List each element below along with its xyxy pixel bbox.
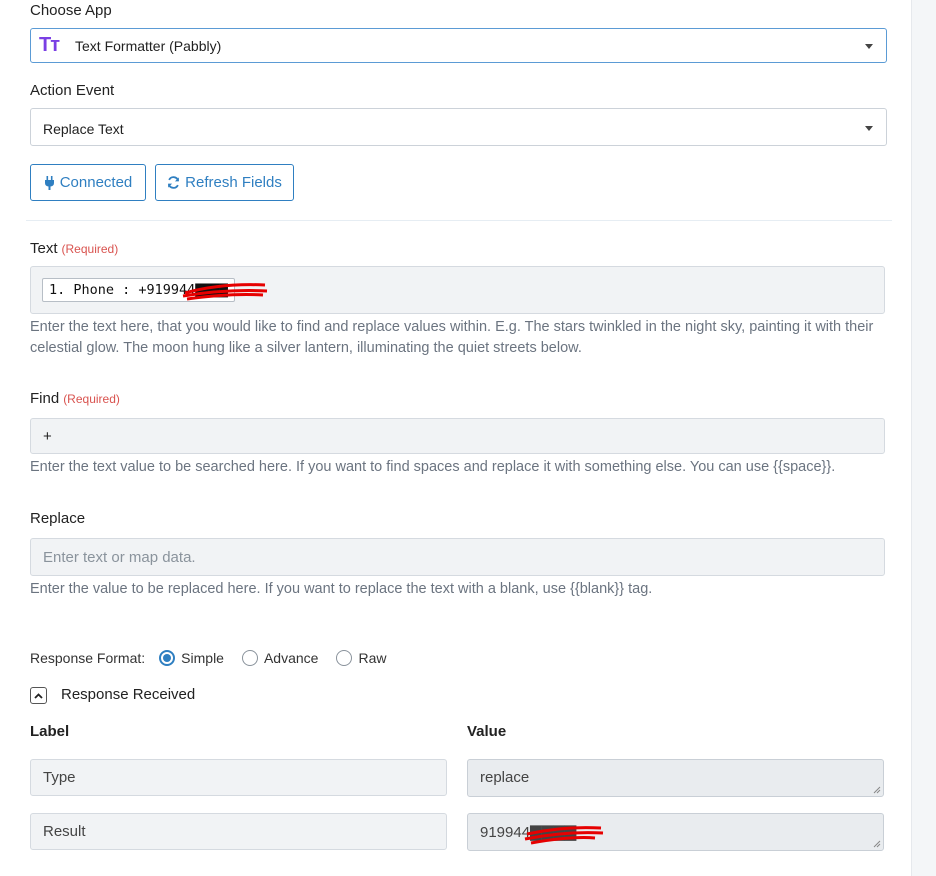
- find-input-value: +: [43, 428, 52, 445]
- label-column-header: Label: [30, 723, 70, 740]
- redaction-scribble: [182, 283, 268, 301]
- find-input[interactable]: +: [30, 418, 885, 454]
- radio-raw[interactable]: Raw: [336, 650, 386, 666]
- action-event-select[interactable]: Replace Text: [30, 108, 887, 146]
- radio-raw-label: Raw: [358, 650, 387, 666]
- required-marker: (Required): [63, 392, 120, 406]
- response-row-label: Type: [30, 759, 447, 796]
- find-field-label: Find (Required): [30, 390, 120, 407]
- chevron-down-icon: [865, 44, 873, 49]
- chevron-up-icon: [34, 692, 43, 699]
- replace-field-label: Replace: [30, 510, 86, 527]
- response-row-label: Result: [30, 813, 447, 850]
- text-formatter-app-icon: Tт: [39, 34, 60, 56]
- response-label-text: Type: [43, 769, 76, 786]
- form-panel: Choose App Tт Text Formatter (Pabbly) Ac…: [0, 0, 912, 876]
- choose-app-label: Choose App: [30, 2, 112, 19]
- action-event-label: Action Event: [30, 82, 115, 99]
- response-received-title: Response Received: [61, 686, 196, 703]
- response-label-text: Result: [43, 823, 86, 840]
- radio-unchecked-icon: [241, 650, 258, 666]
- text-field-label: Text (Required): [30, 240, 118, 257]
- text-input[interactable]: 1. Phone : +919944▇▇▇▇: [30, 266, 885, 314]
- replace-field-help: Enter the value to be replaced here. If …: [30, 581, 653, 597]
- radio-advance[interactable]: Advance: [241, 650, 319, 666]
- replace-input[interactable]: Enter text or map data.: [30, 538, 885, 576]
- radio-simple-label: Simple: [181, 650, 224, 666]
- connected-button-label: Connected: [59, 174, 133, 191]
- radio-advance-label: Advance: [263, 650, 319, 666]
- resize-grip-icon[interactable]: [873, 840, 881, 848]
- response-format-label: Response Format:: [30, 650, 146, 666]
- text-field-label-text: Text: [30, 240, 58, 257]
- text-field-help: Enter the text here, that you would like…: [30, 319, 874, 356]
- refresh-icon: [168, 176, 180, 189]
- choose-app-select[interactable]: Tт Text Formatter (Pabbly): [30, 28, 887, 63]
- plug-icon: [44, 175, 54, 190]
- connected-button[interactable]: Connected: [30, 164, 146, 201]
- response-row-value[interactable]: 919944▇▇▇▇: [467, 813, 884, 851]
- refresh-fields-button[interactable]: Refresh Fields: [155, 164, 294, 201]
- response-value-text: replace: [480, 769, 530, 786]
- response-format-group: Response Format: Simple Advance Raw: [30, 650, 404, 666]
- replace-input-placeholder: Enter text or map data.: [43, 549, 196, 566]
- refresh-fields-button-label: Refresh Fields: [185, 174, 282, 191]
- collapse-toggle-button[interactable]: [30, 687, 47, 704]
- radio-unchecked-icon: [336, 650, 353, 666]
- chevron-down-icon: [865, 126, 873, 131]
- radio-simple[interactable]: Simple: [159, 650, 224, 666]
- response-row-value[interactable]: replace: [467, 759, 884, 797]
- find-field-help: Enter the text value to be searched here…: [30, 459, 836, 475]
- section-divider: [26, 220, 892, 221]
- resize-grip-icon[interactable]: [873, 786, 881, 794]
- action-event-value: Replace Text: [43, 121, 124, 137]
- value-column-header: Value: [467, 723, 507, 740]
- radio-checked-icon: [159, 650, 176, 666]
- find-field-label-text: Find: [30, 390, 60, 407]
- choose-app-value: Text Formatter (Pabbly): [75, 38, 222, 54]
- redaction-scribble: [524, 826, 604, 845]
- required-marker: (Required): [61, 242, 119, 256]
